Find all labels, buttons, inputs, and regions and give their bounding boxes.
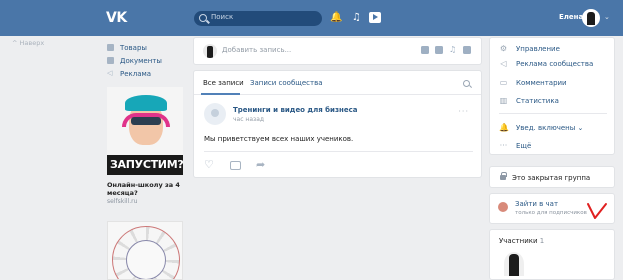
ad-chart-inner: [126, 240, 166, 279]
members-block: Участники 1: [489, 229, 615, 280]
back-to-top-link[interactable]: ^ Наверх: [12, 39, 44, 47]
ad-glasses: [131, 117, 161, 125]
group-menu: ⚙ Управление ◁ Реклама сообщества ▭ Комм…: [489, 37, 615, 155]
nav-item-label: Товары: [120, 43, 147, 52]
tab-community-posts[interactable]: Записи сообщества: [250, 79, 323, 87]
wall-feed: Все записи Записи сообщества Тренинги и …: [193, 70, 482, 178]
left-nav: Товары Документы ◁ Реклама: [107, 41, 162, 80]
nav-item-ads[interactable]: ◁ Реклама: [107, 67, 162, 80]
menu-item-label: Комментарии: [516, 78, 567, 87]
members-title[interactable]: Участники 1: [499, 237, 544, 245]
avatar[interactable]: [504, 252, 524, 276]
lock-icon: [500, 172, 507, 180]
search-icon: [199, 14, 207, 22]
menu-item-label: Ещё: [516, 141, 532, 150]
chat-subtitle: только для подписчиков: [515, 210, 587, 216]
search-icon[interactable]: [463, 80, 470, 87]
menu-item-comments[interactable]: ▭ Комментарии: [499, 78, 567, 87]
divider: [204, 151, 473, 152]
comment-icon[interactable]: [230, 161, 241, 170]
check-mark-icon: [587, 203, 607, 219]
search-placeholder: Поиск: [211, 13, 234, 21]
ad-image[interactable]: ЗАПУСТИМ?: [107, 87, 183, 175]
nav-item-label: Реклама: [120, 69, 152, 78]
ad-banner-text: ЗАПУСТИМ?: [110, 158, 183, 171]
tab-all-posts[interactable]: Все записи: [203, 79, 244, 87]
feed-tabs: Все записи Записи сообщества: [194, 71, 481, 95]
active-tab-indicator: [201, 93, 240, 95]
ad-domain[interactable]: selfskill.ru: [107, 198, 137, 205]
chat-block[interactable]: Зайти в чат только для подписчиков: [489, 193, 615, 224]
goods-icon: [107, 44, 114, 51]
document-icon: [107, 57, 114, 64]
avatar: [498, 202, 508, 212]
members-label: Участники: [499, 237, 538, 245]
menu-item-label: Управление: [516, 44, 560, 53]
music-icon[interactable]: ♫: [352, 12, 361, 24]
post-text: Мы приветствуем всех наших учеников.: [204, 135, 354, 143]
play-icon[interactable]: [369, 12, 381, 23]
bell-icon: 🔔: [499, 123, 509, 132]
ad-image-2[interactable]: [107, 221, 183, 280]
closed-group-notice: Это закрытая группа: [489, 166, 615, 188]
post-composer[interactable]: Добавить запись... ♫: [193, 37, 482, 65]
gear-icon: ⚙: [499, 44, 508, 53]
ad-icon: ◁: [107, 69, 113, 77]
comment-icon: ▭: [499, 78, 508, 87]
camera-icon[interactable]: [421, 46, 429, 54]
menu-item-more[interactable]: ··· Ещё: [499, 141, 532, 150]
search-input[interactable]: Поиск: [194, 11, 322, 26]
menu-item-label: Реклама сообщества: [516, 59, 594, 68]
post-author[interactable]: Тренинги и видео для бизнеса: [233, 106, 357, 114]
ad-hat: [125, 95, 167, 111]
avatar[interactable]: [204, 103, 226, 125]
music-icon[interactable]: ♫: [449, 46, 457, 54]
menu-item-stats[interactable]: ▥ Статистика: [499, 96, 559, 105]
composer-placeholder[interactable]: Добавить запись...: [222, 46, 291, 54]
menu-item-label: Увед. включены ⌄: [516, 123, 584, 132]
megaphone-icon: ◁: [500, 59, 507, 68]
avatar: [203, 44, 217, 58]
like-icon[interactable]: ♡: [204, 158, 214, 171]
top-bar: VK Поиск 🔔 ♫ Елена ⌄: [0, 0, 623, 36]
share-icon[interactable]: ➦: [256, 158, 265, 171]
composer-attachments: ♫: [421, 46, 471, 54]
menu-item-manage[interactable]: ⚙ Управление: [499, 44, 560, 53]
vk-logo[interactable]: VK: [106, 10, 127, 26]
members-count: 1: [539, 237, 545, 245]
nav-item-label: Документы: [120, 56, 162, 65]
menu-item-notifications[interactable]: 🔔 Увед. включены ⌄: [499, 123, 583, 132]
nav-item-goods[interactable]: Товары: [107, 41, 162, 54]
user-name[interactable]: Елена: [559, 13, 583, 21]
bell-icon[interactable]: 🔔: [330, 12, 342, 24]
chat-link[interactable]: Зайти в чат: [515, 200, 558, 208]
list-icon[interactable]: [463, 46, 471, 54]
menu-item-label: Статистика: [516, 96, 559, 105]
nav-item-documents[interactable]: Документы: [107, 54, 162, 67]
more-icon[interactable]: ···: [458, 107, 469, 116]
stats-icon: ▥: [499, 96, 508, 105]
post-time[interactable]: час назад: [233, 116, 264, 123]
menu-item-ads[interactable]: ◁ Реклама сообщества: [499, 59, 593, 68]
divider: [499, 113, 607, 114]
ad-title[interactable]: Онлайн-школу за 4 месяца?: [107, 181, 187, 197]
more-icon: ···: [499, 141, 508, 150]
chevron-down-icon[interactable]: ⌄: [604, 13, 610, 21]
closed-group-text: Это закрытая группа: [512, 174, 591, 182]
video-icon[interactable]: [435, 46, 443, 54]
avatar[interactable]: [582, 9, 600, 27]
